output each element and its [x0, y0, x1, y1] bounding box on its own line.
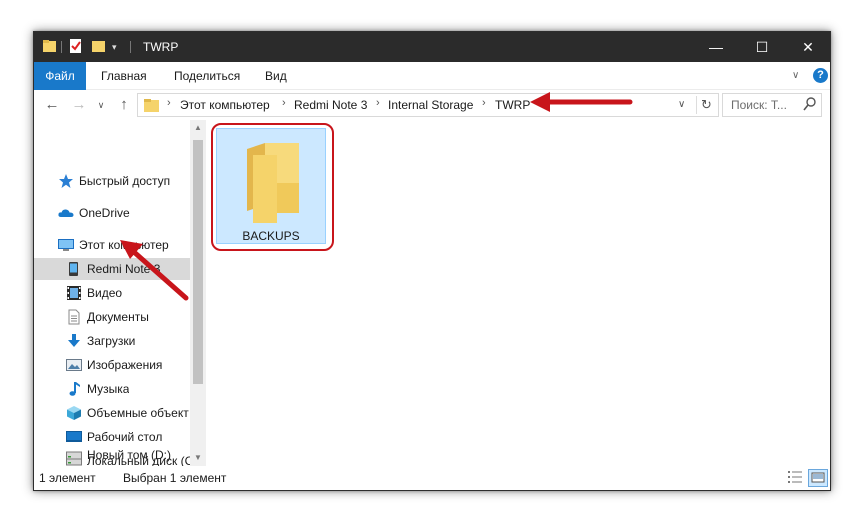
item-count: 1 элемент	[39, 471, 96, 485]
tab-share[interactable]: Поделиться	[174, 62, 240, 90]
search-icon[interactable]	[803, 97, 817, 114]
details-view-icon[interactable]	[786, 469, 806, 487]
new-folder-icon[interactable]	[92, 39, 106, 56]
properties-icon[interactable]	[69, 39, 83, 56]
divider	[61, 41, 62, 53]
chevron-right-icon[interactable]: ›	[482, 97, 486, 109]
sidebar-item-label: Быстрый доступ	[79, 174, 171, 188]
tab-file[interactable]: Файл	[34, 62, 86, 90]
tab-home[interactable]: Главная	[101, 62, 147, 90]
sidebar-item-onedrive[interactable]: OneDrive	[34, 202, 190, 224]
document-icon	[66, 309, 82, 325]
chevron-right-icon[interactable]: ›	[282, 97, 286, 109]
folder-icon	[144, 97, 160, 116]
sidebar-item-3d-objects[interactable]: Объемные объект	[34, 402, 190, 424]
download-icon	[66, 333, 82, 349]
selection-count: Выбран 1 элемент	[123, 471, 227, 485]
title-bar: ▾ TWRP — ☐ ✕	[34, 32, 830, 62]
image-icon	[66, 357, 82, 373]
breadcrumb-this-pc[interactable]: Этот компьютер	[180, 98, 270, 112]
sidebar-item-quick-access[interactable]: Быстрый доступ	[34, 170, 190, 192]
forward-button[interactable]: →	[69, 95, 89, 115]
search-box[interactable]: Поиск: Т...	[722, 93, 822, 117]
chevron-right-icon[interactable]: ›	[376, 97, 380, 109]
sidebar-item-label: Музыка	[87, 382, 130, 396]
phone-icon	[66, 261, 82, 277]
sidebar-item-label: Загрузки	[87, 334, 136, 348]
up-button[interactable]: ↑	[114, 95, 134, 115]
computer-icon	[58, 237, 74, 253]
recent-locations-button[interactable]: ∨	[91, 95, 111, 115]
divider	[696, 96, 697, 114]
scroll-up-icon[interactable]: ▲	[190, 120, 206, 136]
scrollbar-thumb[interactable]	[193, 140, 203, 384]
sidebar-item-label: Рабочий стол	[87, 430, 163, 444]
video-icon	[66, 285, 82, 301]
sidebar-item-label: Документы	[87, 310, 149, 324]
help-icon[interactable]: ?	[813, 68, 828, 83]
sidebar-item-documents[interactable]: Документы	[34, 306, 190, 328]
address-dropdown-icon[interactable]: ∨	[678, 99, 685, 110]
sidebar-item-music[interactable]: Музыка	[34, 378, 190, 400]
sidebar-item-label: Новый том (D:)	[87, 448, 171, 462]
navigation-bar: ← → ∨ ↑ › Этот компьютер › Redmi Note 3 …	[34, 90, 830, 120]
sidebar-item-label: OneDrive	[79, 206, 130, 220]
sidebar-item-label: Объемные объект	[87, 406, 189, 420]
star-icon	[58, 173, 74, 189]
status-bar: 1 элемент Выбран 1 элемент	[34, 466, 830, 490]
sidebar-item-downloads[interactable]: Загрузки	[34, 330, 190, 352]
cube-icon	[66, 405, 82, 421]
maximize-button[interactable]: ☐	[739, 32, 785, 62]
sidebar-item-pictures[interactable]: Изображения	[34, 354, 190, 376]
drive-icon	[66, 447, 82, 463]
folder-icon	[43, 39, 57, 56]
window-title: TWRP	[143, 40, 179, 54]
tab-view[interactable]: Вид	[265, 62, 287, 90]
breadcrumb-redmi-note-3[interactable]: Redmi Note 3	[294, 98, 367, 112]
annotation-arrow	[530, 92, 633, 112]
ribbon-tabs: Файл Главная Поделиться Вид ∨ ?	[34, 62, 830, 90]
refresh-icon[interactable]: ↻	[701, 97, 712, 113]
expand-ribbon-icon[interactable]: ∨	[792, 70, 799, 81]
customize-toolbar-icon[interactable]: ▾	[112, 42, 117, 53]
search-input[interactable]: Поиск: Т...	[731, 98, 787, 112]
sidebar-item-new-volume-d[interactable]: Новый том (D:)	[34, 444, 190, 466]
music-icon	[66, 381, 82, 397]
back-button[interactable]: ←	[42, 95, 62, 115]
annotation-arrow	[120, 240, 189, 301]
desktop-icon	[66, 429, 82, 445]
cloud-icon	[58, 205, 74, 221]
sidebar-item-label: Изображения	[87, 358, 163, 372]
breadcrumb-internal-storage[interactable]: Internal Storage	[388, 98, 473, 112]
navigation-scrollbar[interactable]: ▲ ▼	[190, 120, 206, 466]
close-button[interactable]: ✕	[785, 32, 831, 62]
chevron-right-icon[interactable]: ›	[167, 97, 171, 109]
scroll-down-icon[interactable]: ▼	[190, 450, 206, 466]
divider	[130, 41, 131, 53]
minimize-button[interactable]: —	[693, 32, 739, 62]
annotation-highlight	[211, 123, 334, 251]
large-icons-view-icon[interactable]	[808, 469, 828, 487]
